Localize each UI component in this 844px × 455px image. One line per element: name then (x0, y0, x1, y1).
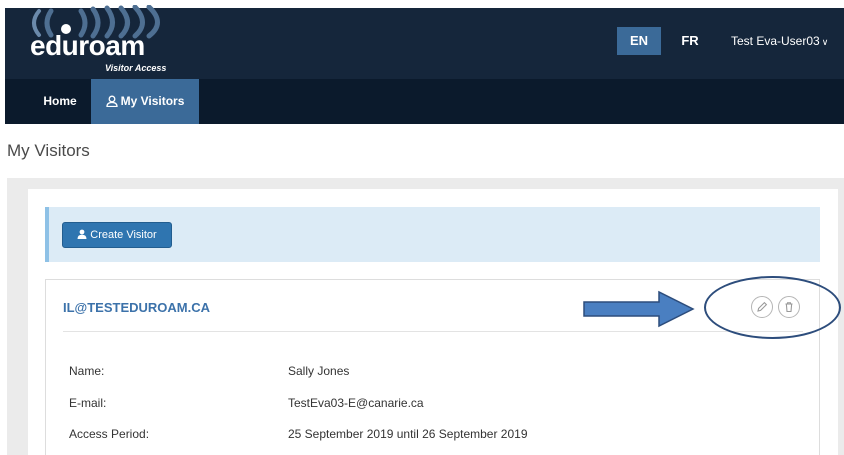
name-value: Sally Jones (288, 364, 350, 378)
pencil-icon (757, 301, 768, 312)
user-menu[interactable]: Test Eva-User03 ∨ (731, 27, 828, 55)
access-period-label: Access Period: (69, 427, 150, 441)
visitor-id[interactable]: IL@TESTEDUROAM.CA (63, 300, 210, 315)
email-value: TestEva03-E@canarie.ca (288, 396, 424, 410)
email-label: E-mail: (69, 396, 107, 410)
create-visitor-button[interactable]: Create Visitor (62, 222, 172, 248)
logo-subtitle: Visitor Access (105, 63, 167, 73)
name-label: Name: (69, 364, 105, 378)
nav-home[interactable]: Home (29, 79, 91, 124)
page-title: My Visitors (7, 141, 90, 160)
edit-visitor-button[interactable] (751, 296, 773, 318)
delete-visitor-button[interactable] (778, 296, 800, 318)
user-icon (77, 229, 87, 239)
nav-my-visitors-label: My Visitors (120, 94, 185, 108)
card-divider (63, 331, 803, 332)
chevron-down-icon: ∨ (821, 37, 829, 47)
person-outline-icon (105, 95, 118, 108)
trash-icon (785, 302, 793, 313)
nav-my-visitors[interactable]: My Visitors (91, 79, 199, 124)
user-name: Test Eva-User03 (731, 34, 820, 48)
access-period-value: 25 September 2019 until 26 September 201… (288, 427, 528, 441)
language-en-button[interactable]: EN (617, 27, 661, 55)
eduroam-logo[interactable]: eduroam Visitor Access (21, 5, 191, 75)
language-fr-button[interactable]: FR (675, 27, 705, 55)
logo-wordmark: eduroam (30, 30, 145, 61)
create-visitor-label: Create Visitor (90, 229, 157, 241)
